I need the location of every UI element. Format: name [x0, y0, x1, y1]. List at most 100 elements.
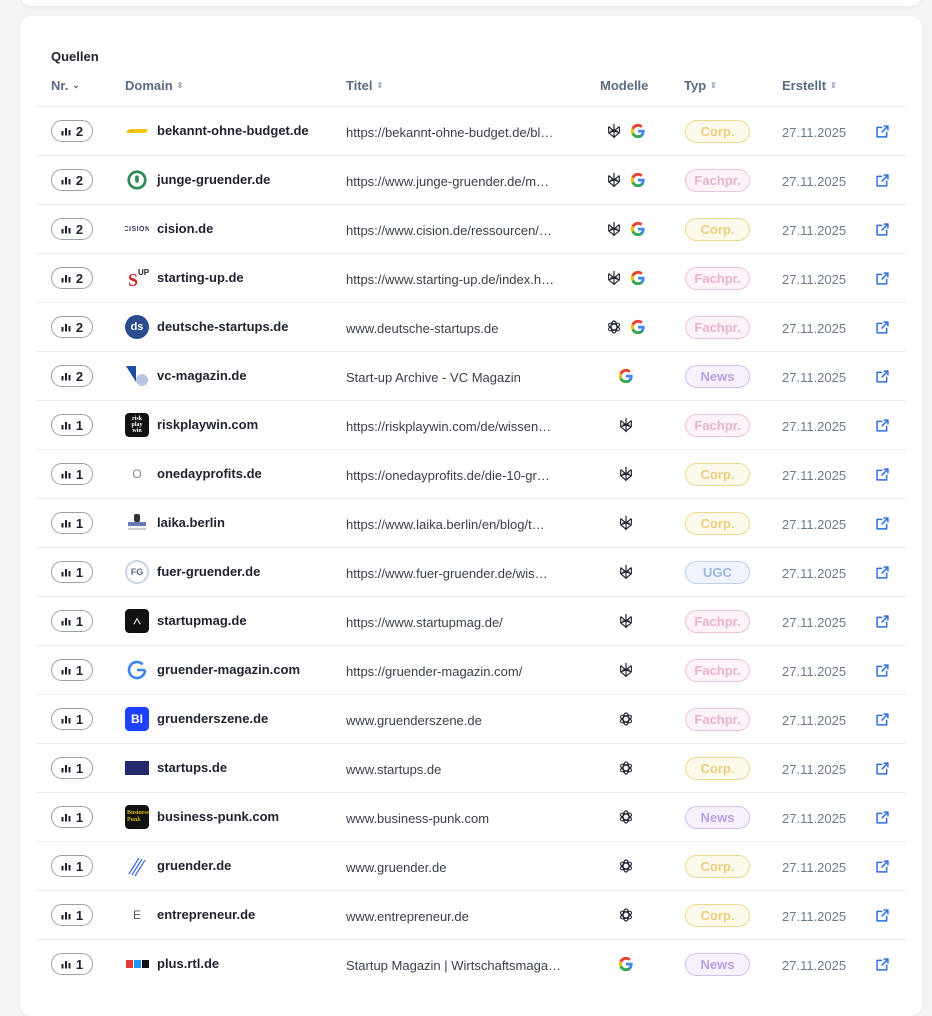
sort-icon: ⇕ — [176, 80, 184, 90]
sources-card: Quellen Nr. ⌄ Domain ⇕ Titel ⇕ Modelle T… — [20, 16, 922, 1016]
column-header-modelle-label: Modelle — [600, 78, 649, 93]
external-link-icon[interactable] — [873, 465, 891, 483]
table-row[interactable]: 2 vc-magazin.de Start-up Archive - VC Ma… — [36, 352, 906, 401]
external-link-icon[interactable] — [873, 416, 891, 434]
openai-icon — [617, 808, 635, 826]
mention-count-button[interactable]: 2 — [51, 267, 93, 289]
external-link-icon[interactable] — [873, 220, 891, 238]
type-badge: News — [685, 365, 750, 388]
page-title: https://bekannt-ohne-budget.de/bl… — [346, 125, 554, 140]
mention-count-button[interactable]: 1 — [51, 806, 93, 828]
type-badge: UGC — [685, 561, 750, 584]
gruender-logo — [125, 854, 149, 878]
external-link-icon[interactable] — [873, 808, 891, 826]
external-link-icon[interactable] — [873, 955, 891, 973]
bekannt-logo — [125, 119, 149, 143]
external-link-icon[interactable] — [873, 857, 891, 875]
external-link-icon[interactable] — [873, 661, 891, 679]
model-icons — [596, 709, 656, 729]
mention-count-button[interactable]: 1 — [51, 904, 93, 926]
table-row[interactable]: 2 bekannt-ohne-budget.de https://bekannt… — [36, 107, 906, 156]
perplexity-icon — [605, 171, 623, 189]
table-row[interactable]: 1 laika.berlin https://www.laika.berlin/… — [36, 499, 906, 548]
table-row[interactable]: 1 startupmag.de https://www.startupmag.d… — [36, 597, 906, 646]
external-link-icon[interactable] — [873, 122, 891, 140]
page-title: https://onedayprofits.de/die-10-gr… — [346, 468, 550, 483]
startups-logo — [125, 756, 149, 780]
table-row[interactable]: 1 plus.rtl.de Startup Magazin | Wirtscha… — [36, 940, 906, 989]
mention-count: 2 — [75, 270, 84, 286]
table-row[interactable]: 1 FG fuer-gruender.de https://www.fuer-g… — [36, 548, 906, 597]
created-date: 27.11.2025 — [782, 223, 847, 238]
table-row[interactable]: 1 startups.de www.startups.de Corp. 27.1… — [36, 744, 906, 793]
domain-name: riskplaywin.com — [157, 417, 259, 432]
sort-icon: ⇕ — [376, 80, 384, 90]
created-date: 27.11.2025 — [782, 419, 847, 434]
type-badge: Corp. — [685, 463, 750, 486]
column-header-nr[interactable]: Nr. ⌄ — [51, 78, 80, 93]
model-icons — [596, 660, 656, 680]
domain-name: bekannt-ohne-budget.de — [157, 123, 309, 138]
mention-count-button[interactable]: 1 — [51, 610, 93, 632]
column-header-erstellt[interactable]: Erstellt ⇕ — [782, 78, 837, 93]
table-row[interactable]: 1 Business Punk business-punk.com www.bus… — [36, 793, 906, 842]
domain-name: cision.de — [157, 221, 214, 236]
column-header-typ[interactable]: Typ ⇕ — [684, 78, 717, 93]
external-link-icon[interactable] — [873, 759, 891, 777]
external-link-icon[interactable] — [873, 269, 891, 287]
external-link-icon[interactable] — [873, 563, 891, 581]
section-title: Quellen — [51, 49, 99, 64]
mention-count-button[interactable]: 1 — [51, 414, 93, 436]
bar-chart-icon — [61, 959, 71, 969]
mention-count-button[interactable]: 1 — [51, 659, 93, 681]
table-row[interactable]: 1 E entrepreneur.de www.entrepreneur.de … — [36, 891, 906, 940]
mention-count-button[interactable]: 2 — [51, 365, 93, 387]
mention-count-button[interactable]: 2 — [51, 169, 93, 191]
domain-name: onedayprofits.de — [157, 466, 262, 481]
mention-count-button[interactable]: 1 — [51, 561, 93, 583]
mention-count-button[interactable]: 1 — [51, 463, 93, 485]
openai-icon — [617, 710, 635, 728]
table-row[interactable]: 1 risk play win riskplaywin.com https://ri… — [36, 401, 906, 450]
model-icons — [596, 121, 656, 141]
page-title: https://www.startupmag.de/ — [346, 615, 503, 630]
mention-count: 1 — [75, 417, 84, 433]
column-header-titel[interactable]: Titel ⇕ — [346, 78, 383, 93]
table-row[interactable]: 2 CISION cision.de https://www.cision.de… — [36, 205, 906, 254]
external-link-icon[interactable] — [873, 906, 891, 924]
external-link-icon[interactable] — [873, 514, 891, 532]
perplexity-icon — [617, 514, 635, 532]
page-title: www.business-punk.com — [346, 811, 490, 826]
mention-count-button[interactable]: 1 — [51, 757, 93, 779]
type-badge: Corp. — [685, 855, 750, 878]
bar-chart-icon — [61, 224, 71, 234]
external-link-icon[interactable] — [873, 710, 891, 728]
mention-count: 1 — [75, 613, 84, 629]
external-link-icon[interactable] — [873, 367, 891, 385]
riskplaywin-logo: risk play win — [125, 413, 149, 437]
table-row[interactable]: 1 O onedayprofits.de https://onedayprofi… — [36, 450, 906, 499]
column-header-domain[interactable]: Domain ⇕ — [125, 78, 183, 93]
table-header: Nr. ⌄ Domain ⇕ Titel ⇕ Modelle Typ ⇕ Ers… — [36, 76, 906, 107]
table-row[interactable]: 2 S UP starting-up.de https://www.startin… — [36, 254, 906, 303]
table-row[interactable]: 1 BI gruenderszene.de www.gruenderszene.… — [36, 695, 906, 744]
junge-gruender-logo — [125, 168, 149, 192]
external-link-icon[interactable] — [873, 318, 891, 336]
table-row[interactable]: 2 ds deutsche-startups.de www.deutsche-s… — [36, 303, 906, 352]
mention-count-button[interactable]: 1 — [51, 855, 93, 877]
mention-count-button[interactable]: 1 — [51, 512, 93, 534]
mention-count: 1 — [75, 907, 84, 923]
table-row[interactable]: 1 gruender-magazin.com https://gruender-… — [36, 646, 906, 695]
external-link-icon[interactable] — [873, 612, 891, 630]
page-title: Startup Magazin | Wirtschaftsmaga… — [346, 958, 562, 973]
mention-count-button[interactable]: 1 — [51, 953, 93, 975]
table-row[interactable]: 1 gruender.de www.gruender.de Corp. 27.1… — [36, 842, 906, 891]
created-date: 27.11.2025 — [782, 125, 847, 140]
page-title: www.entrepreneur.de — [346, 909, 469, 924]
mention-count-button[interactable]: 2 — [51, 120, 93, 142]
external-link-icon[interactable] — [873, 171, 891, 189]
mention-count-button[interactable]: 2 — [51, 218, 93, 240]
table-row[interactable]: 2 junge-gruender.de https://www.junge-gr… — [36, 156, 906, 205]
mention-count-button[interactable]: 2 — [51, 316, 93, 338]
mention-count-button[interactable]: 1 — [51, 708, 93, 730]
